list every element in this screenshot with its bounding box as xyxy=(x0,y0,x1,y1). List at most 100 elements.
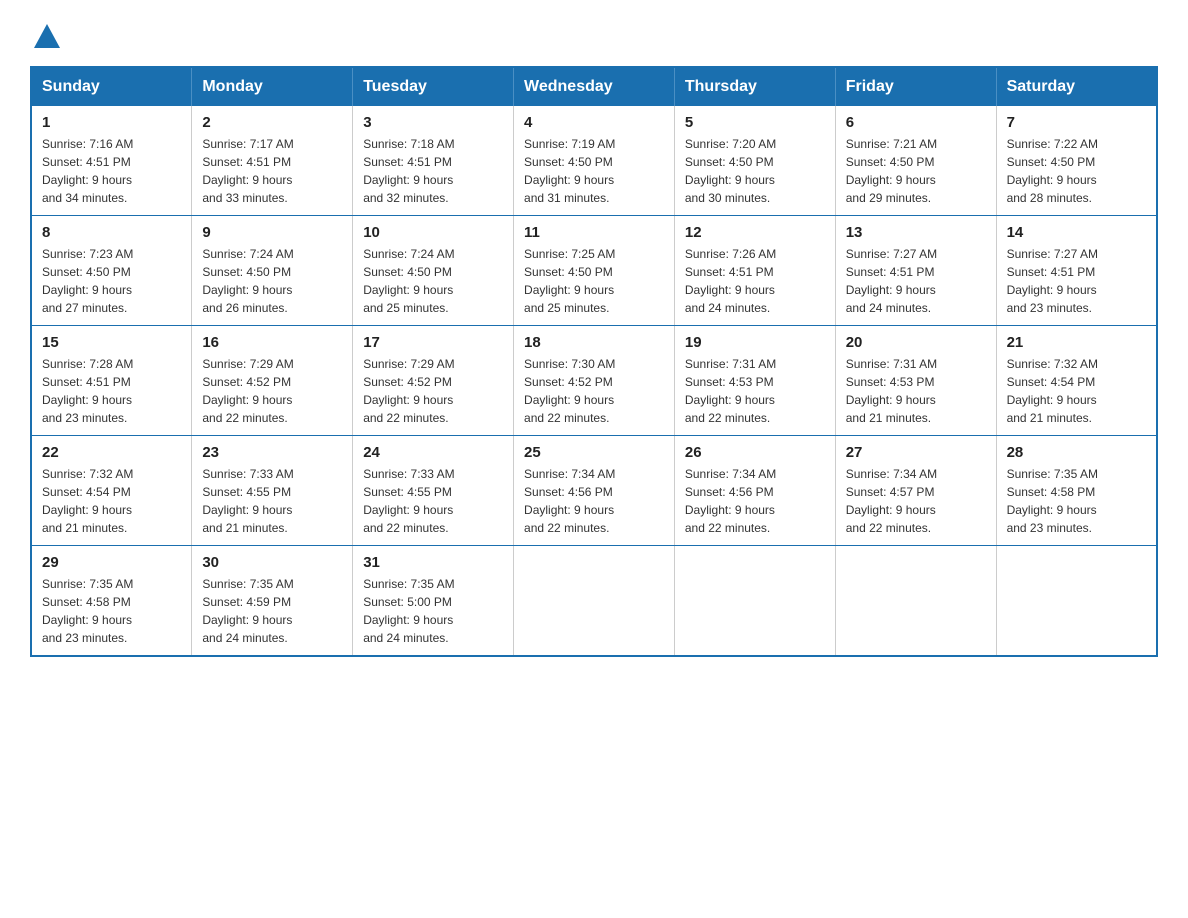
day-info: Sunrise: 7:35 AM Sunset: 5:00 PM Dayligh… xyxy=(363,575,503,647)
calendar-week-row: 22 Sunrise: 7:32 AM Sunset: 4:54 PM Dayl… xyxy=(31,436,1157,546)
day-info: Sunrise: 7:29 AM Sunset: 4:52 PM Dayligh… xyxy=(202,355,342,427)
day-number: 20 xyxy=(846,334,986,351)
calendar-cell: 21 Sunrise: 7:32 AM Sunset: 4:54 PM Dayl… xyxy=(996,326,1157,436)
calendar-week-row: 1 Sunrise: 7:16 AM Sunset: 4:51 PM Dayli… xyxy=(31,106,1157,216)
day-info: Sunrise: 7:35 AM Sunset: 4:59 PM Dayligh… xyxy=(202,575,342,647)
calendar-cell: 14 Sunrise: 7:27 AM Sunset: 4:51 PM Dayl… xyxy=(996,216,1157,326)
calendar-cell: 4 Sunrise: 7:19 AM Sunset: 4:50 PM Dayli… xyxy=(514,106,675,216)
day-info: Sunrise: 7:33 AM Sunset: 4:55 PM Dayligh… xyxy=(202,465,342,537)
calendar-cell xyxy=(996,546,1157,657)
calendar-cell: 11 Sunrise: 7:25 AM Sunset: 4:50 PM Dayl… xyxy=(514,216,675,326)
calendar-cell: 22 Sunrise: 7:32 AM Sunset: 4:54 PM Dayl… xyxy=(31,436,192,546)
day-info: Sunrise: 7:31 AM Sunset: 4:53 PM Dayligh… xyxy=(685,355,825,427)
calendar-cell: 29 Sunrise: 7:35 AM Sunset: 4:58 PM Dayl… xyxy=(31,546,192,657)
calendar-cell: 1 Sunrise: 7:16 AM Sunset: 4:51 PM Dayli… xyxy=(31,106,192,216)
day-info: Sunrise: 7:30 AM Sunset: 4:52 PM Dayligh… xyxy=(524,355,664,427)
day-info: Sunrise: 7:35 AM Sunset: 4:58 PM Dayligh… xyxy=(1007,465,1146,537)
calendar-cell: 2 Sunrise: 7:17 AM Sunset: 4:51 PM Dayli… xyxy=(192,106,353,216)
day-info: Sunrise: 7:34 AM Sunset: 4:57 PM Dayligh… xyxy=(846,465,986,537)
calendar-header-row: SundayMondayTuesdayWednesdayThursdayFrid… xyxy=(31,67,1157,106)
day-info: Sunrise: 7:20 AM Sunset: 4:50 PM Dayligh… xyxy=(685,135,825,207)
calendar-cell: 15 Sunrise: 7:28 AM Sunset: 4:51 PM Dayl… xyxy=(31,326,192,436)
calendar-cell: 13 Sunrise: 7:27 AM Sunset: 4:51 PM Dayl… xyxy=(835,216,996,326)
logo xyxy=(30,20,62,50)
day-number: 3 xyxy=(363,114,503,131)
day-info: Sunrise: 7:32 AM Sunset: 4:54 PM Dayligh… xyxy=(42,465,181,537)
calendar-table: SundayMondayTuesdayWednesdayThursdayFrid… xyxy=(30,66,1158,657)
day-number: 26 xyxy=(685,444,825,461)
calendar-cell: 7 Sunrise: 7:22 AM Sunset: 4:50 PM Dayli… xyxy=(996,106,1157,216)
weekday-header-friday: Friday xyxy=(835,67,996,106)
day-number: 8 xyxy=(42,224,181,241)
weekday-header-saturday: Saturday xyxy=(996,67,1157,106)
calendar-cell: 20 Sunrise: 7:31 AM Sunset: 4:53 PM Dayl… xyxy=(835,326,996,436)
day-info: Sunrise: 7:34 AM Sunset: 4:56 PM Dayligh… xyxy=(685,465,825,537)
day-number: 9 xyxy=(202,224,342,241)
calendar-cell: 27 Sunrise: 7:34 AM Sunset: 4:57 PM Dayl… xyxy=(835,436,996,546)
day-number: 16 xyxy=(202,334,342,351)
calendar-cell: 16 Sunrise: 7:29 AM Sunset: 4:52 PM Dayl… xyxy=(192,326,353,436)
page-header xyxy=(30,20,1158,50)
day-number: 4 xyxy=(524,114,664,131)
day-info: Sunrise: 7:35 AM Sunset: 4:58 PM Dayligh… xyxy=(42,575,181,647)
calendar-cell: 31 Sunrise: 7:35 AM Sunset: 5:00 PM Dayl… xyxy=(353,546,514,657)
weekday-header-tuesday: Tuesday xyxy=(353,67,514,106)
day-info: Sunrise: 7:28 AM Sunset: 4:51 PM Dayligh… xyxy=(42,355,181,427)
calendar-cell: 6 Sunrise: 7:21 AM Sunset: 4:50 PM Dayli… xyxy=(835,106,996,216)
day-info: Sunrise: 7:18 AM Sunset: 4:51 PM Dayligh… xyxy=(363,135,503,207)
weekday-header-monday: Monday xyxy=(192,67,353,106)
day-info: Sunrise: 7:22 AM Sunset: 4:50 PM Dayligh… xyxy=(1007,135,1146,207)
calendar-cell xyxy=(835,546,996,657)
day-number: 11 xyxy=(524,224,664,241)
day-number: 1 xyxy=(42,114,181,131)
day-info: Sunrise: 7:27 AM Sunset: 4:51 PM Dayligh… xyxy=(846,245,986,317)
day-info: Sunrise: 7:34 AM Sunset: 4:56 PM Dayligh… xyxy=(524,465,664,537)
calendar-week-row: 15 Sunrise: 7:28 AM Sunset: 4:51 PM Dayl… xyxy=(31,326,1157,436)
day-number: 17 xyxy=(363,334,503,351)
day-info: Sunrise: 7:21 AM Sunset: 4:50 PM Dayligh… xyxy=(846,135,986,207)
day-number: 7 xyxy=(1007,114,1146,131)
day-info: Sunrise: 7:29 AM Sunset: 4:52 PM Dayligh… xyxy=(363,355,503,427)
calendar-cell: 24 Sunrise: 7:33 AM Sunset: 4:55 PM Dayl… xyxy=(353,436,514,546)
day-info: Sunrise: 7:24 AM Sunset: 4:50 PM Dayligh… xyxy=(202,245,342,317)
day-info: Sunrise: 7:19 AM Sunset: 4:50 PM Dayligh… xyxy=(524,135,664,207)
day-number: 22 xyxy=(42,444,181,461)
day-info: Sunrise: 7:16 AM Sunset: 4:51 PM Dayligh… xyxy=(42,135,181,207)
day-number: 12 xyxy=(685,224,825,241)
day-info: Sunrise: 7:24 AM Sunset: 4:50 PM Dayligh… xyxy=(363,245,503,317)
day-number: 2 xyxy=(202,114,342,131)
calendar-cell: 12 Sunrise: 7:26 AM Sunset: 4:51 PM Dayl… xyxy=(674,216,835,326)
calendar-cell: 26 Sunrise: 7:34 AM Sunset: 4:56 PM Dayl… xyxy=(674,436,835,546)
day-number: 25 xyxy=(524,444,664,461)
calendar-cell xyxy=(514,546,675,657)
day-number: 29 xyxy=(42,554,181,571)
day-info: Sunrise: 7:31 AM Sunset: 4:53 PM Dayligh… xyxy=(846,355,986,427)
day-number: 15 xyxy=(42,334,181,351)
calendar-cell: 8 Sunrise: 7:23 AM Sunset: 4:50 PM Dayli… xyxy=(31,216,192,326)
calendar-cell: 3 Sunrise: 7:18 AM Sunset: 4:51 PM Dayli… xyxy=(353,106,514,216)
day-info: Sunrise: 7:25 AM Sunset: 4:50 PM Dayligh… xyxy=(524,245,664,317)
day-number: 13 xyxy=(846,224,986,241)
calendar-cell xyxy=(674,546,835,657)
calendar-cell: 17 Sunrise: 7:29 AM Sunset: 4:52 PM Dayl… xyxy=(353,326,514,436)
weekday-header-wednesday: Wednesday xyxy=(514,67,675,106)
calendar-cell: 5 Sunrise: 7:20 AM Sunset: 4:50 PM Dayli… xyxy=(674,106,835,216)
calendar-cell: 9 Sunrise: 7:24 AM Sunset: 4:50 PM Dayli… xyxy=(192,216,353,326)
day-info: Sunrise: 7:26 AM Sunset: 4:51 PM Dayligh… xyxy=(685,245,825,317)
day-number: 14 xyxy=(1007,224,1146,241)
day-info: Sunrise: 7:27 AM Sunset: 4:51 PM Dayligh… xyxy=(1007,245,1146,317)
day-number: 21 xyxy=(1007,334,1146,351)
calendar-week-row: 29 Sunrise: 7:35 AM Sunset: 4:58 PM Dayl… xyxy=(31,546,1157,657)
day-number: 18 xyxy=(524,334,664,351)
day-info: Sunrise: 7:17 AM Sunset: 4:51 PM Dayligh… xyxy=(202,135,342,207)
calendar-cell: 28 Sunrise: 7:35 AM Sunset: 4:58 PM Dayl… xyxy=(996,436,1157,546)
day-info: Sunrise: 7:23 AM Sunset: 4:50 PM Dayligh… xyxy=(42,245,181,317)
calendar-cell: 25 Sunrise: 7:34 AM Sunset: 4:56 PM Dayl… xyxy=(514,436,675,546)
calendar-cell: 18 Sunrise: 7:30 AM Sunset: 4:52 PM Dayl… xyxy=(514,326,675,436)
calendar-cell: 10 Sunrise: 7:24 AM Sunset: 4:50 PM Dayl… xyxy=(353,216,514,326)
day-number: 5 xyxy=(685,114,825,131)
day-number: 31 xyxy=(363,554,503,571)
day-number: 23 xyxy=(202,444,342,461)
day-number: 6 xyxy=(846,114,986,131)
day-number: 30 xyxy=(202,554,342,571)
